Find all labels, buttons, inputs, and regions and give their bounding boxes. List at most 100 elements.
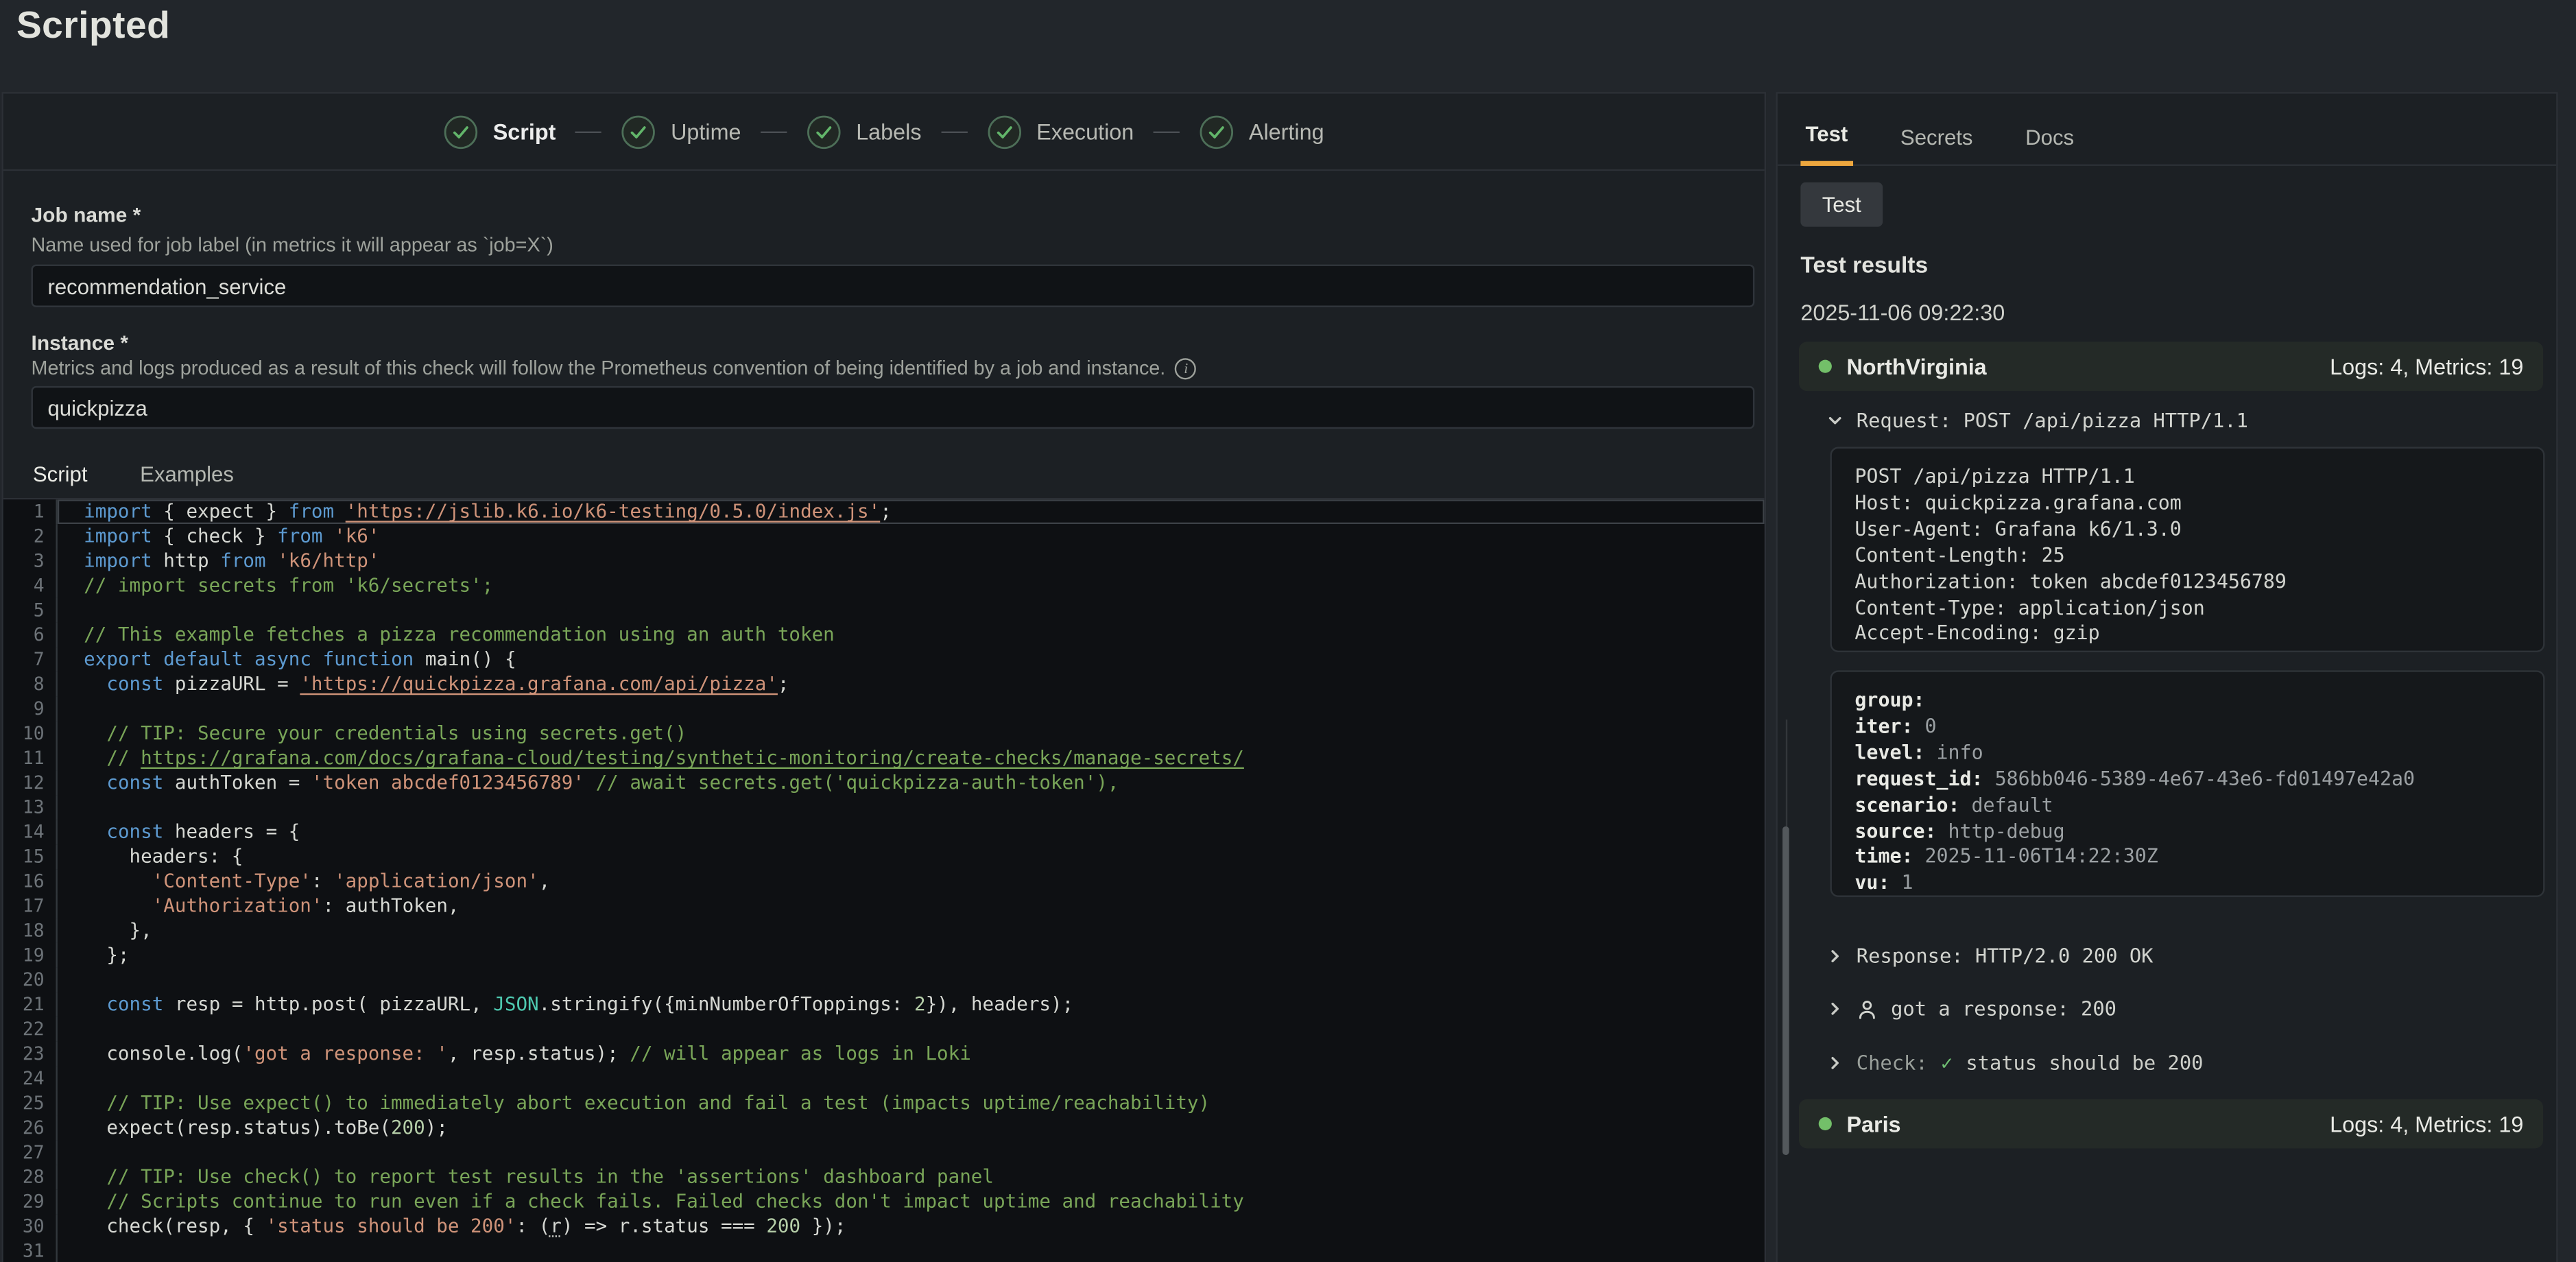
code-line[interactable]: 8 const pizzaURL = 'https://quickpizza.g… xyxy=(3,672,1765,697)
code-line[interactable]: 19 }; xyxy=(3,943,1765,968)
log-section-header[interactable]: got a response: 200 xyxy=(1827,996,2116,1022)
code-line[interactable]: 18 }, xyxy=(3,918,1765,943)
code-line-content: check(resp, { 'status should be 200': (r… xyxy=(58,1214,1765,1239)
code-editor[interactable]: 1import { expect } from 'https://jslib.k… xyxy=(3,498,1765,1262)
code-line[interactable]: 14 const headers = { xyxy=(3,820,1765,844)
code-line-content: // https://grafana.com/docs/grafana-clou… xyxy=(58,746,1765,771)
code-line[interactable]: 31 xyxy=(3,1239,1765,1262)
code-token: { check } xyxy=(152,524,277,547)
log-field-line: scenario: default xyxy=(1855,793,2520,819)
line-number: 25 xyxy=(3,1091,58,1116)
code-token: 'Authorization' xyxy=(152,894,323,917)
log-field-value: 2025-11-06T14:22:30Z xyxy=(1913,845,2158,868)
code-token: 'https://quickpizza.grafana.com/api/pizz… xyxy=(300,672,778,695)
code-line[interactable]: 13 xyxy=(3,795,1765,820)
code-line[interactable]: 1import { expect } from 'https://jslib.k… xyxy=(3,499,1765,524)
code-line[interactable]: 16 'Content-Type': 'application/json', xyxy=(3,869,1765,894)
run-test-button[interactable]: Test xyxy=(1800,182,1883,227)
code-token: , xyxy=(539,869,551,892)
code-line[interactable]: 6// This example fetches a pizza recomme… xyxy=(3,623,1765,647)
instance-input[interactable] xyxy=(32,386,1755,429)
response-section-header[interactable]: Response: HTTP/2.0 200 OK xyxy=(1827,943,2154,969)
stepper-step-alerting[interactable]: Alerting xyxy=(1200,114,1324,148)
screen: Scripted ScriptUptimeLabelsExecutionAler… xyxy=(0,0,2576,1262)
code-token: default xyxy=(163,647,243,671)
stepper-step-script[interactable]: Script xyxy=(444,114,556,148)
info-icon[interactable]: i xyxy=(1176,357,1197,379)
stepper-step-uptime[interactable]: Uptime xyxy=(621,114,741,148)
code-line[interactable]: 29 // Scripts continue to run even if a … xyxy=(3,1189,1765,1214)
code-line[interactable]: 30 check(resp, { 'status should be 200':… xyxy=(3,1214,1765,1239)
code-line[interactable]: 11 // https://grafana.com/docs/grafana-c… xyxy=(3,746,1765,771)
code-line-content: }; xyxy=(58,943,1765,968)
request-headers-lines: POST /api/pizza HTTP/1.1Host: quickpizza… xyxy=(1855,465,2520,648)
code-line[interactable]: 22 xyxy=(3,1017,1765,1042)
code-token: const xyxy=(106,770,163,794)
code-line[interactable]: 2import { check } from 'k6' xyxy=(3,524,1765,549)
line-number: 9 xyxy=(3,697,58,722)
sidebar-scrollbar-thumb[interactable] xyxy=(1782,826,1789,1155)
log-field-line: request_id: 586bb046-5389-4e67-43e6-fd01… xyxy=(1855,767,2520,793)
code-line[interactable]: 5 xyxy=(3,598,1765,623)
code-line[interactable]: 10 // TIP: Secure your credentials using… xyxy=(3,722,1765,746)
code-line[interactable]: 3import http from 'k6/http' xyxy=(3,549,1765,573)
code-line-content xyxy=(58,1067,1765,1091)
line-number: 30 xyxy=(3,1214,58,1239)
tab-secrets[interactable]: Secrets xyxy=(1896,125,1978,164)
step-connector xyxy=(575,130,601,132)
code-line[interactable]: 24 xyxy=(3,1067,1765,1091)
code-token: 'k6/http' xyxy=(277,549,379,572)
code-line[interactable]: 15 headers: { xyxy=(3,844,1765,869)
check-editor-panel: ScriptUptimeLabelsExecutionAlerting Job … xyxy=(1,92,1766,1262)
line-number: 8 xyxy=(3,672,58,697)
code-line[interactable]: 28 // TIP: Use check() to report test re… xyxy=(3,1165,1765,1189)
request-header-line: User-Agent: Grafana k6/1.3.0 xyxy=(1855,517,2520,543)
log-field-line: group: xyxy=(1855,689,2520,715)
step-label: Execution xyxy=(1036,119,1134,144)
code-token xyxy=(243,647,254,671)
code-line[interactable]: 27 xyxy=(3,1140,1765,1165)
response-section-label: Response: HTTP/2.0 200 OK xyxy=(1857,944,2154,968)
stepper-step-labels[interactable]: Labels xyxy=(807,114,921,148)
job-name-input[interactable] xyxy=(32,265,1755,307)
line-number: 20 xyxy=(3,968,58,992)
code-line[interactable]: 12 const authToken = 'token abcdef012345… xyxy=(3,770,1765,795)
code-line[interactable]: 7export default async function main() { xyxy=(3,647,1765,672)
code-token xyxy=(84,1091,106,1115)
code-token: 'got a response: ' xyxy=(243,1042,448,1065)
code-line[interactable]: 25 // TIP: Use expect() to immediately a… xyxy=(3,1091,1765,1116)
code-token: import xyxy=(84,524,152,547)
code-line[interactable]: 20 xyxy=(3,968,1765,992)
line-number: 26 xyxy=(3,1115,58,1140)
line-number: 6 xyxy=(3,623,58,647)
log-field-value: info xyxy=(1925,741,1983,764)
request-header-line: Accept-Encoding: gzip xyxy=(1855,622,2520,648)
code-line[interactable]: 4// import secrets from 'k6/secrets'; xyxy=(3,573,1765,598)
code-token: }), headers); xyxy=(926,992,1074,1016)
code-line-content: // TIP: Secure your credentials using se… xyxy=(58,722,1765,746)
request-section-label: Request: POST /api/pizza HTTP/1.1 xyxy=(1857,409,2248,432)
probe-row-paris[interactable]: Paris Logs: 4, Metrics: 19 xyxy=(1799,1099,2543,1149)
request-headers-box: POST /api/pizza HTTP/1.1Host: quickpizza… xyxy=(1830,447,2544,652)
tab-docs[interactable]: Docs xyxy=(2020,125,2079,164)
request-header-line: Host: quickpizza.grafana.com xyxy=(1855,491,2520,517)
code-line[interactable]: 21 const resp = http.post( pizzaURL, JSO… xyxy=(3,992,1765,1017)
code-line-content: console.log('got a response: ', resp.sta… xyxy=(58,1042,1765,1067)
probe-row-northvirginia[interactable]: NorthVirginia Logs: 4, Metrics: 19 xyxy=(1799,342,2543,391)
code-line[interactable]: 26 expect(resp.status).toBe(200); xyxy=(3,1115,1765,1140)
code-line-content: headers: { xyxy=(58,844,1765,869)
code-token: import xyxy=(84,549,152,572)
code-token: ); xyxy=(425,1115,448,1139)
line-number: 19 xyxy=(3,943,58,968)
step-connector xyxy=(761,130,787,132)
request-section-header[interactable]: Request: POST /api/pizza HTTP/1.1 xyxy=(1827,407,2248,433)
check-section-header[interactable]: Check: ✓ status should be 200 xyxy=(1827,1050,2204,1076)
code-token: 'application/json' xyxy=(334,869,539,892)
probe-name: NorthVirginia xyxy=(1846,354,1986,379)
code-token: 'status should be 200' xyxy=(266,1214,516,1237)
code-line[interactable]: 9 xyxy=(3,697,1765,722)
tab-test[interactable]: Test xyxy=(1800,121,1852,166)
code-line[interactable]: 17 'Authorization': authToken, xyxy=(3,894,1765,918)
code-line[interactable]: 23 console.log('got a response: ', resp.… xyxy=(3,1042,1765,1067)
stepper-step-execution[interactable]: Execution xyxy=(987,114,1134,148)
